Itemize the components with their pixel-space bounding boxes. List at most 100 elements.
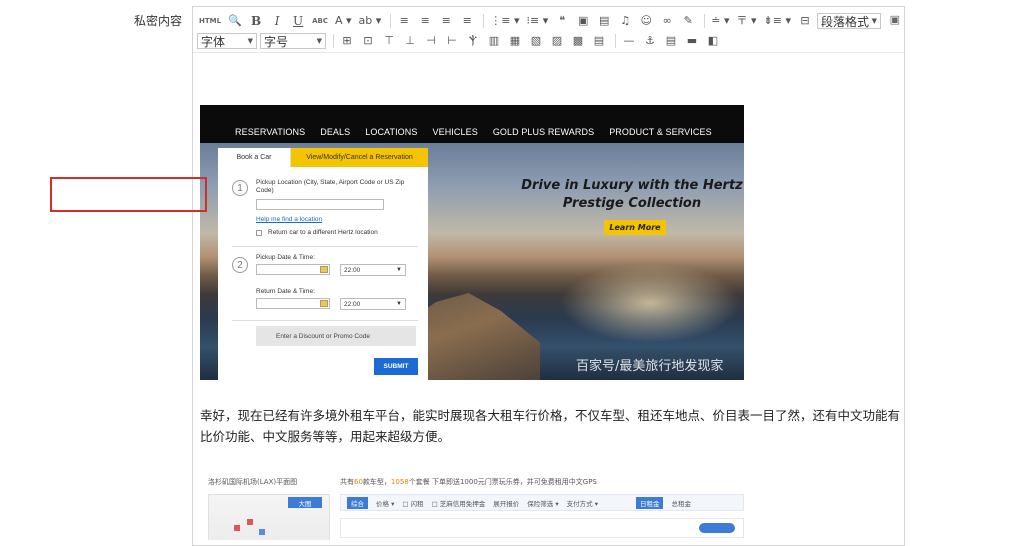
align-right-icon[interactable]: ≡ xyxy=(437,13,455,29)
pickup-date-input xyxy=(256,264,330,275)
insert-table-icon[interactable]: ⊡ xyxy=(359,33,377,49)
hertz-nav-item: PRODUCT & SERVICES xyxy=(609,127,712,137)
unordered-list-icon[interactable]: ⁝≡ ▾ xyxy=(525,13,551,29)
italic-button[interactable]: I xyxy=(268,13,286,29)
tagline-line-2: Prestige Collection xyxy=(562,196,702,211)
font-size-label: 字号 xyxy=(264,34,289,49)
help-find-location-link: Help me find a location xyxy=(256,216,323,223)
bold-button[interactable]: B xyxy=(247,13,265,29)
delete-row-icon[interactable]: Ⲯ xyxy=(464,33,482,49)
return-time-select: 22:00 ▼ xyxy=(340,298,406,310)
delete-col-icon[interactable]: ▥ xyxy=(485,33,503,49)
form-divider xyxy=(232,246,418,247)
select-button xyxy=(699,523,735,533)
underline-button[interactable]: U xyxy=(289,13,307,29)
filter-item: 综合 xyxy=(347,496,368,509)
emoticon-icon[interactable]: ☺ xyxy=(637,13,655,29)
split-rows-icon[interactable]: ▤ xyxy=(590,33,608,49)
background-color-button[interactable]: ab ▾ xyxy=(357,13,384,29)
table-icon[interactable]: ⊞ xyxy=(338,33,356,49)
hertz-nav-item: VEHICLES xyxy=(432,127,478,137)
merge-cells-icon[interactable]: ▦ xyxy=(506,33,524,49)
line-height-icon[interactable]: ≐ ▾ xyxy=(709,13,731,29)
align-center-icon[interactable]: ≡ xyxy=(416,13,434,29)
learn-more-button: Learn More xyxy=(604,220,666,235)
paragraph-format-label: 段落格式 xyxy=(820,14,869,29)
align-left-icon[interactable]: ≡ xyxy=(395,13,413,29)
toolbar-separator xyxy=(483,14,485,28)
daily-rent-tag: 日租金 xyxy=(635,496,664,509)
chevron-down-icon: ▼ xyxy=(871,17,877,25)
cliff-shape xyxy=(410,293,540,380)
image-icon[interactable]: ▣ xyxy=(574,13,592,29)
calendar-icon xyxy=(320,266,328,273)
enlarge-map-button: 大图 xyxy=(288,497,322,508)
split-cells-icon[interactable]: ▩ xyxy=(569,33,587,49)
hertz-nav: RESERVATIONS DEALS LOCATIONS VEHICLES GOLD P… xyxy=(200,105,744,143)
count-mid: 款车型， xyxy=(362,478,391,486)
insert-col-left-icon[interactable]: ⊣ xyxy=(422,33,440,49)
font-color-button[interactable]: A ▾ xyxy=(333,13,354,29)
return-time-value: 22:00 xyxy=(344,300,361,308)
article-paragraph: 幸好，现在已经有许多境外租车平台，能实时展现各大租车行价格，不仅车型、租还车地点… xyxy=(200,408,901,444)
toolbar-row-2: 字体 ▼ 字号 ▼ ⊞ ⊡ ⊤ ⊥ ⊣ ⊢ Ⲯ ▥ ▦ ▧ ▨ ▩ ▤ — ⚓ ▤ ▬ ◧ xyxy=(197,32,725,50)
calendar-icon xyxy=(320,300,328,307)
promo-label: Enter a Discount or Promo Code xyxy=(276,332,370,340)
fullscreen-icon[interactable]: ▣ xyxy=(890,13,900,26)
source-code-button[interactable]: HTML xyxy=(197,13,223,29)
toolbar-separator xyxy=(333,34,334,48)
blockquote-icon[interactable]: ❝ xyxy=(553,13,571,29)
music-icon[interactable]: ♫ xyxy=(616,13,634,29)
result-row xyxy=(340,518,744,538)
hertz-tagline: Drive in Luxury with the Hertz Prestige … xyxy=(512,177,744,213)
horizontal-rule-icon[interactable]: — xyxy=(620,33,638,49)
chevron-down-icon: ▼ xyxy=(396,267,402,273)
hertz-nav-item: RESERVATIONS xyxy=(235,127,306,137)
font-size-select[interactable]: 字号 ▼ xyxy=(260,33,326,49)
return-different-label: Return car to a different Hertz location xyxy=(268,229,378,236)
clear-format-icon[interactable]: ✎ xyxy=(679,13,697,29)
map-marker xyxy=(247,519,253,525)
link-icon[interactable]: ∞ xyxy=(658,13,676,29)
merge-down-icon[interactable]: ▨ xyxy=(548,33,566,49)
toolbar-separator xyxy=(704,14,706,28)
indent-icon[interactable]: ⇟≡ ▾ xyxy=(762,13,793,29)
count-number-2: 1058 xyxy=(390,478,409,486)
strikethrough-button[interactable]: ABC xyxy=(310,13,330,29)
step-number-1: 1 xyxy=(232,180,248,196)
direction-icon[interactable]: ⊟ xyxy=(796,13,814,29)
total-rent-tag: 总租金 xyxy=(671,499,691,508)
paragraph-spacing-icon[interactable]: 〒 ▾ xyxy=(734,13,758,29)
paragraph-format-select[interactable]: 段落格式 ▼ xyxy=(816,13,881,29)
filter-item: 展开报价 xyxy=(493,499,520,508)
template-icon[interactable]: ◧ xyxy=(704,33,722,49)
toolbar-separator xyxy=(390,14,392,28)
insert-row-above-icon[interactable]: ⊤ xyxy=(380,33,398,49)
submit-button: SUBMIT xyxy=(374,358,418,375)
toolbar-row-1: HTML 🔍 B I U ABC A ▾ ab ▾ ≡ ≡ ≡ ≡ ⋮≡ ▾ ⁝≡ ▾ ❝ ▣ ▤ ♫ ☺ ∞ ✎ ≐ ▾… xyxy=(197,12,884,30)
page-break-icon[interactable]: ▤ xyxy=(662,33,680,49)
return-datetime-label: Return Date & Time: xyxy=(256,288,315,295)
step-number-2: 2 xyxy=(232,257,248,273)
anchor-icon[interactable]: ⚓ xyxy=(641,33,659,49)
highlight-box xyxy=(50,177,207,212)
preview-icon[interactable]: 🔍 xyxy=(226,13,244,29)
file-icon[interactable]: ▤ xyxy=(595,13,613,29)
print-icon[interactable]: ▬ xyxy=(683,33,701,49)
filter-item: 支付方式 ▾ xyxy=(566,499,598,508)
count-suffix: 个套餐 下单即送1000元门票玩乐券，并可免费租用中文GPS xyxy=(408,478,597,486)
merge-right-icon[interactable]: ▧ xyxy=(527,33,545,49)
insert-row-below-icon[interactable]: ⊥ xyxy=(401,33,419,49)
tagline-line-1: Drive in Luxury with the Hertz xyxy=(521,178,743,193)
font-family-select[interactable]: 字体 ▼ xyxy=(197,33,257,49)
tab-book-a-car: Book a Car xyxy=(218,148,291,167)
return-date-input xyxy=(256,298,330,309)
align-justify-icon[interactable]: ≡ xyxy=(458,13,476,29)
pickup-time-value: 22:00 xyxy=(344,266,361,274)
map-title: 洛杉矶国际机场(LAX)平面图 xyxy=(208,478,298,486)
ordered-list-icon[interactable]: ⋮≡ ▾ xyxy=(488,13,521,29)
pickup-location-input xyxy=(256,199,384,210)
insert-col-right-icon[interactable]: ⊢ xyxy=(443,33,461,49)
return-different-checkbox xyxy=(256,230,262,236)
filter-item: 保险筛选 ▾ xyxy=(527,499,559,508)
